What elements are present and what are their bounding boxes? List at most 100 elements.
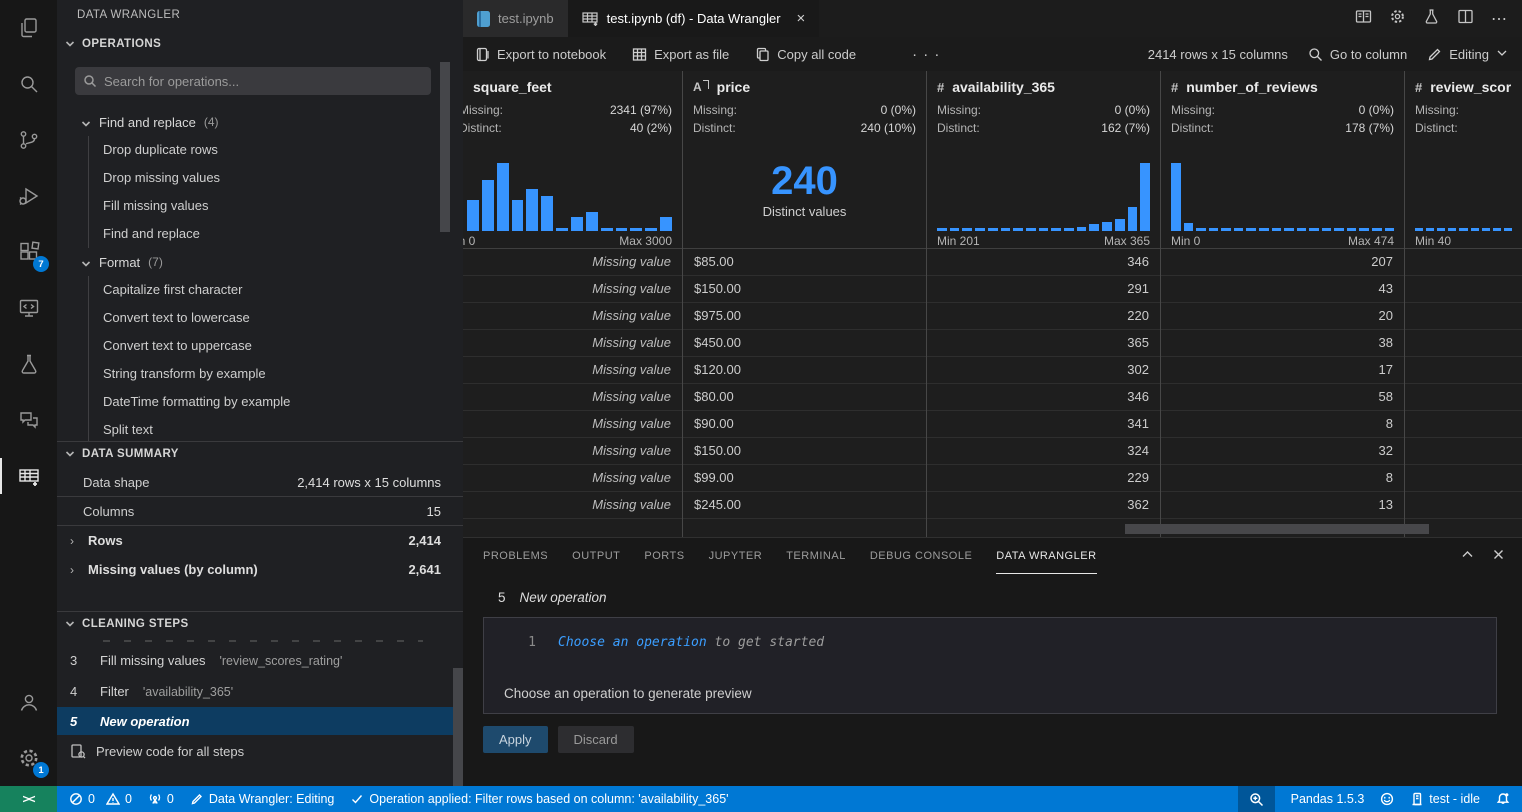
grid-cell[interactable] [1405,303,1522,330]
settings-gear-icon[interactable]: 1 [0,730,57,786]
editing-mode-button[interactable]: Editing [1427,47,1508,62]
search-icon[interactable] [0,56,57,112]
chat-icon[interactable] [0,392,57,448]
grid-cell[interactable]: $150.00 [683,276,926,303]
apply-button[interactable]: Apply [483,726,548,753]
column-header-square_feet[interactable]: square_feetMissing:2341 (97%)Distinct:40… [463,71,682,249]
testing-icon[interactable] [0,336,57,392]
grid-cell[interactable]: $245.00 [683,492,926,519]
summary-row[interactable]: ›Rows2,414 [57,526,463,555]
grid-cell[interactable]: 20 [1161,303,1404,330]
grid-cell[interactable]: Missing value [463,330,682,357]
grid-cell[interactable]: 341 [927,411,1160,438]
grid-cell[interactable]: Missing value [463,303,682,330]
grid-cell[interactable]: 346 [927,249,1160,276]
panel-tab-output[interactable]: OUTPUT [572,538,620,574]
account-icon[interactable] [0,674,57,730]
close-icon[interactable] [1491,547,1506,565]
operation-item[interactable]: Split text [89,416,463,441]
go-to-column-button[interactable]: Go to column [1308,47,1407,62]
grid-cell[interactable]: Missing value [463,411,682,438]
operations-search[interactable] [75,67,431,95]
grid-cell[interactable]: 8 [1161,465,1404,492]
grid-cell[interactable]: 291 [927,276,1160,303]
cleaning-steps-header[interactable]: CLEANING STEPS [57,612,463,636]
operation-item[interactable]: String transform by example [89,360,463,388]
operation-group-format[interactable]: Format(7) [57,248,463,276]
operation-item[interactable]: Convert text to uppercase [89,332,463,360]
tab-test-ipynb[interactable]: test.ipynb [463,0,568,37]
grid-cell[interactable]: 8 [1161,411,1404,438]
grid-cell[interactable]: 346 [927,384,1160,411]
panel-tab-ports[interactable]: PORTS [644,538,684,574]
beaker-icon[interactable] [1423,8,1440,30]
grid-cell[interactable] [1405,411,1522,438]
chevron-up-icon[interactable] [1460,547,1475,565]
close-icon[interactable]: × [797,10,806,27]
grid-cell[interactable]: 324 [927,438,1160,465]
notifications-bell-icon[interactable] [1496,792,1510,806]
data-summary-header[interactable]: DATA SUMMARY [57,442,463,466]
grid-cell[interactable]: Missing value [463,465,682,492]
run-debug-icon[interactable] [0,168,57,224]
grid-cell[interactable]: 302 [927,357,1160,384]
cleaning-step-4[interactable]: 4Filter'availability_365' [57,676,463,707]
summary-row[interactable]: ›Missing values (by column)2,641 [57,555,463,584]
operation-item[interactable]: Find and replace [89,220,463,248]
grid-cell[interactable] [1405,384,1522,411]
toolbar-more-icon[interactable]: · · · [912,46,940,63]
copy-all-code-button[interactable]: Copy all code [755,47,856,62]
grid-cell[interactable] [1405,438,1522,465]
grid-cell[interactable] [1405,276,1522,303]
grid-cell[interactable]: 13 [1161,492,1404,519]
grid-cell[interactable] [1405,357,1522,384]
kernel-status[interactable]: test - idle [1410,792,1480,806]
grid-cell[interactable]: Missing value [463,438,682,465]
data-wrangler-icon[interactable] [0,448,57,504]
grid-cell[interactable]: $150.00 [683,438,926,465]
panel-tab-data-wrangler[interactable]: DATA WRANGLER [996,538,1096,574]
operation-item[interactable]: DateTime formatting by example [89,388,463,416]
grid-cell[interactable]: $85.00 [683,249,926,276]
grid-cell[interactable]: 38 [1161,330,1404,357]
horizontal-scrollbar[interactable] [1125,524,1429,534]
discard-button[interactable]: Discard [558,726,634,753]
panel-tab-jupyter[interactable]: JUPYTER [709,538,763,574]
grid-cell[interactable]: $975.00 [683,303,926,330]
source-control-icon[interactable] [0,112,57,168]
preview-code-all-steps[interactable]: Preview code for all steps [57,735,463,767]
panel-tab-problems[interactable]: PROBLEMS [483,538,548,574]
grid-cell[interactable]: 43 [1161,276,1404,303]
grid-cell[interactable]: Missing value [463,357,682,384]
export-as-file-button[interactable]: Export as file [632,47,729,62]
wrangler-mode-status[interactable]: Data Wrangler: Editing [190,792,335,806]
column-header-review_scores[interactable]: #review_scorMissing:Distinct:Min 40 [1405,71,1522,249]
zoom-status-button[interactable] [1238,786,1275,812]
problems-status[interactable]: 0 0 [69,792,132,806]
grid-cell[interactable]: 32 [1161,438,1404,465]
grid-cell[interactable]: Missing value [463,249,682,276]
open-preview-icon[interactable] [1355,8,1372,30]
code-keyword[interactable]: Choose an operation [558,635,707,650]
grid-cell[interactable]: $80.00 [683,384,926,411]
cleaning-step-3[interactable]: 3Fill missing values'review_scores_ratin… [57,645,463,676]
operation-group-find-and-replace[interactable]: Find and replace(4) [57,108,463,136]
operation-item[interactable]: Fill missing values [89,192,463,220]
operation-item[interactable]: Drop missing values [89,164,463,192]
sidebar-scrollbar[interactable] [440,62,450,232]
column-header-availability_365[interactable]: #availability_365Missing:0 (0%)Distinct:… [927,71,1160,249]
extensions-icon[interactable]: 7 [0,224,57,280]
search-input[interactable] [104,74,423,89]
operation-item[interactable]: Capitalize first character [89,276,463,304]
grid-cell[interactable]: $99.00 [683,465,926,492]
split-editor-icon[interactable] [1457,8,1474,30]
grid-cell[interactable]: $120.00 [683,357,926,384]
grid-cell[interactable]: Missing value [463,492,682,519]
ports-status[interactable]: 0 [148,792,174,806]
tab-data-wrangler[interactable]: test.ipynb (df) - Data Wrangler × [568,0,820,37]
grid-cell[interactable]: 365 [927,330,1160,357]
explorer-icon[interactable] [0,0,57,56]
remote-indicator[interactable]: >< [0,786,57,812]
column-header-price[interactable]: ApriceMissing:0 (0%)Distinct:240 (10%)24… [683,71,926,249]
column-header-number_of_reviews[interactable]: #number_of_reviewsMissing:0 (0%)Distinct… [1161,71,1404,249]
